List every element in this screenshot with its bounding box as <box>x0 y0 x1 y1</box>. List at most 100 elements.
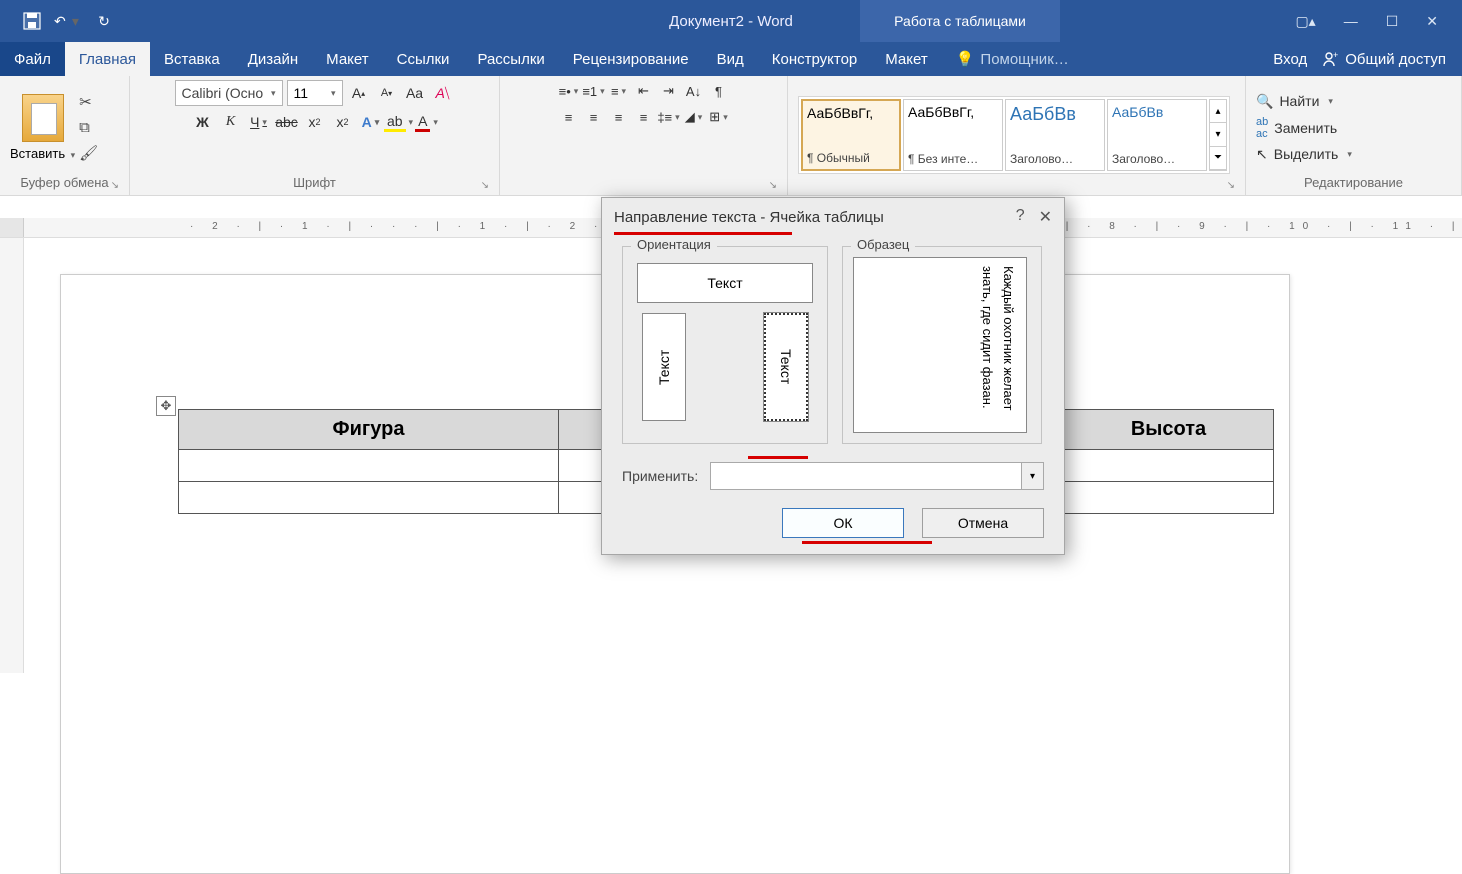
tab-layout2[interactable]: Макет <box>871 42 941 76</box>
align-left-icon[interactable]: ≡ <box>558 106 580 128</box>
borders-icon[interactable]: ⊞▾ <box>708 106 730 128</box>
maximize-icon[interactable]: ☐ <box>1386 13 1399 30</box>
tab-insert[interactable]: Вставка <box>150 42 234 76</box>
styles-launcher-icon[interactable]: ↘ <box>1227 180 1235 191</box>
cut-icon[interactable]: ✂ <box>79 93 98 111</box>
paste-button[interactable]: Вставить ▾ <box>10 94 75 161</box>
minimize-icon[interactable]: — <box>1344 13 1358 29</box>
replace-icon: abac <box>1256 116 1268 140</box>
strikethrough-button[interactable]: abc <box>275 110 299 134</box>
table-header-height[interactable]: Высота <box>1064 410 1274 450</box>
font-launcher-icon[interactable]: ↘ <box>481 180 489 191</box>
font-size-combo[interactable]: 11▾ <box>287 80 343 106</box>
tab-file[interactable]: Файл <box>0 42 65 76</box>
bold-button[interactable]: Ж <box>191 110 215 134</box>
tab-review[interactable]: Рецензирование <box>559 42 703 76</box>
ribbon-options-icon[interactable]: ▢▴ <box>1295 13 1315 30</box>
window-title: Документ2 - Word <box>0 13 1462 30</box>
save-icon[interactable] <box>18 7 46 35</box>
underline-button[interactable]: Ч▾ <box>247 110 271 134</box>
change-case-icon[interactable]: Aa <box>403 81 427 105</box>
paste-label: Вставить <box>10 146 65 161</box>
replace-button[interactable]: abacЗаменить <box>1256 116 1352 140</box>
sample-text: Каждый охотник желает знать, где сидит ф… <box>976 266 1018 424</box>
group-editing: 🔍Найти▾ abacЗаменить ↖Выделить▾ Редактир… <box>1246 76 1462 195</box>
dialog-titlebar[interactable]: Направление текста - Ячейка таблицы ? ✕ <box>602 198 1064 236</box>
align-center-icon[interactable]: ≡ <box>583 106 605 128</box>
sort-icon[interactable]: А↓ <box>683 80 705 102</box>
table-header-figure[interactable]: Фигура <box>179 410 559 450</box>
shading-icon[interactable]: ◢▾ <box>683 106 705 128</box>
styles-more-icon[interactable]: ▴▾⏷ <box>1209 99 1227 171</box>
styles-gallery[interactable]: АаБбВвГг, ¶ Обычный АаБбВвГг, ¶ Без инте… <box>798 96 1230 174</box>
orientation-group: Ориентация Текст Текст Текст <box>622 246 828 444</box>
highlight-color-icon[interactable]: ab▾ <box>387 110 411 134</box>
close-icon[interactable]: ✕ <box>1426 13 1438 30</box>
increase-indent-icon[interactable]: ⇥ <box>658 80 680 102</box>
tab-references[interactable]: Ссылки <box>383 42 464 76</box>
line-spacing-icon[interactable]: ‡≡▾ <box>658 106 680 128</box>
text-effects-icon[interactable]: A▾ <box>359 110 383 134</box>
shrink-font-icon[interactable]: A▾ <box>375 81 399 105</box>
find-icon: 🔍 <box>1256 93 1273 110</box>
multilevel-icon[interactable]: ≡▾ <box>608 80 630 102</box>
style-heading1[interactable]: АаБбВв Заголово… <box>1005 99 1105 171</box>
show-marks-icon[interactable]: ¶ <box>708 80 730 102</box>
ok-button[interactable]: ОК <box>782 508 904 538</box>
font-color-icon[interactable]: A▾ <box>415 110 439 134</box>
paragraph-launcher-icon[interactable]: ↘ <box>769 180 777 191</box>
superscript-button[interactable]: x2 <box>331 110 355 134</box>
tab-layout[interactable]: Макет <box>312 42 382 76</box>
tab-constructor[interactable]: Конструктор <box>758 42 872 76</box>
group-editing-label: Редактирование <box>1256 175 1451 193</box>
text-direction-dialog: Направление текста - Ячейка таблицы ? ✕ … <box>601 197 1065 555</box>
style-no-spacing[interactable]: АаБбВвГг, ¶ Без инте… <box>903 99 1003 171</box>
dialog-title: Направление текста - Ячейка таблицы <box>614 209 884 226</box>
table-move-handle-icon[interactable]: ✥ <box>156 396 176 416</box>
tab-mailings[interactable]: Рассылки <box>463 42 558 76</box>
undo-icon[interactable]: ↶▾ <box>54 7 82 35</box>
tab-view[interactable]: Вид <box>703 42 758 76</box>
bullets-icon[interactable]: ≡•▾ <box>558 80 580 102</box>
grow-font-icon[interactable]: A▴ <box>347 81 371 105</box>
apply-to-combo[interactable]: ▾ <box>710 462 1044 490</box>
select-button[interactable]: ↖Выделить▾ <box>1256 146 1352 163</box>
window-controls: ▢▴ — ☐ ✕ <box>1295 13 1462 30</box>
orientation-label: Ориентация <box>631 237 717 252</box>
title-bar: ↶▾ ↻ Документ2 - Word Работа с таблицами… <box>0 0 1462 42</box>
clipboard-launcher-icon[interactable]: ↘ <box>111 180 119 191</box>
vertical-ruler[interactable] <box>0 238 24 673</box>
style-normal[interactable]: АаБбВвГг, ¶ Обычный <box>801 99 901 171</box>
share-button[interactable]: + Общий доступ <box>1323 51 1446 68</box>
chevron-down-icon[interactable]: ▾ <box>1021 463 1043 489</box>
format-painter-icon[interactable]: 🖌 <box>79 144 98 162</box>
subscript-button[interactable]: x2 <box>303 110 327 134</box>
sign-in-button[interactable]: Вход <box>1273 51 1307 68</box>
select-icon: ↖ <box>1256 146 1268 163</box>
cancel-button[interactable]: Отмена <box>922 508 1044 538</box>
tab-home[interactable]: Главная <box>65 42 150 76</box>
decrease-indent-icon[interactable]: ⇤ <box>633 80 655 102</box>
align-right-icon[interactable]: ≡ <box>608 106 630 128</box>
tab-design[interactable]: Дизайн <box>234 42 312 76</box>
group-font-label: Шрифт <box>293 175 336 190</box>
orientation-vertical-down[interactable]: Текст <box>764 313 808 421</box>
dialog-help-icon[interactable]: ? <box>1016 207 1025 227</box>
tell-me[interactable]: 💡 Помощник… <box>942 42 1083 76</box>
quick-access-toolbar: ↶▾ ↻ <box>0 7 118 35</box>
table-tools-title: Работа с таблицами <box>860 0 1060 42</box>
justify-icon[interactable]: ≡ <box>633 106 655 128</box>
paste-icon <box>22 94 64 142</box>
style-heading2[interactable]: АаБбВв Заголово… <box>1107 99 1207 171</box>
find-button[interactable]: 🔍Найти▾ <box>1256 93 1352 110</box>
svg-text:+: + <box>1333 51 1338 60</box>
orientation-vertical-up[interactable]: Текст <box>642 313 686 421</box>
italic-button[interactable]: К <box>219 110 243 134</box>
font-name-combo[interactable]: Calibri (Осно▾ <box>175 80 283 106</box>
numbering-icon[interactable]: ≡1▾ <box>583 80 605 102</box>
redo-icon[interactable]: ↻ <box>90 7 118 35</box>
orientation-horizontal[interactable]: Текст <box>637 263 813 303</box>
copy-icon[interactable]: ⧉ <box>79 119 98 136</box>
dialog-close-icon[interactable]: ✕ <box>1039 207 1052 227</box>
clear-formatting-icon[interactable]: A⧹ <box>431 81 455 105</box>
